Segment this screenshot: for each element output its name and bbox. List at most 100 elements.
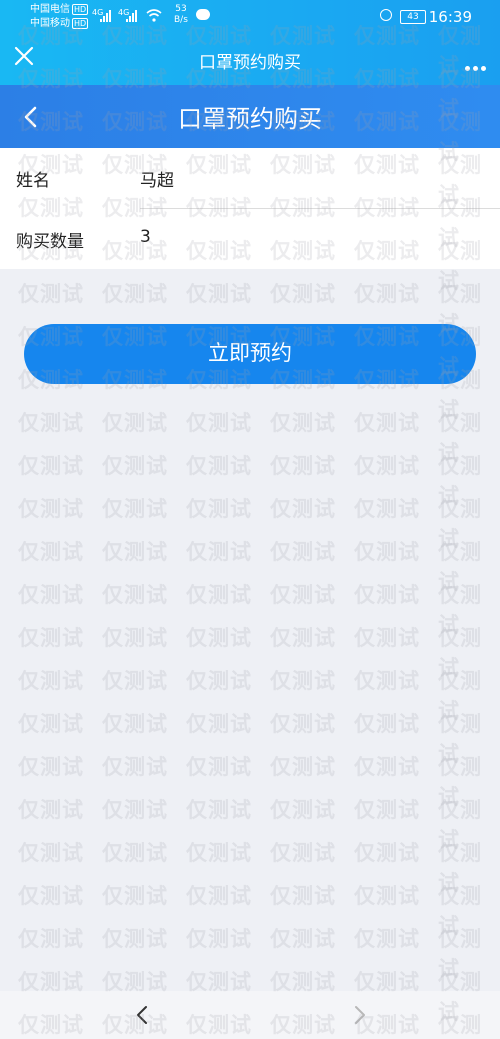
watermark-text: 仅测试 (354, 798, 420, 822)
signal-icon-1 (100, 10, 111, 22)
watermark-text: 仅测试 (102, 841, 168, 865)
watermark-text: 仅测试 (18, 282, 84, 306)
watermark-text: 仅测试 (102, 454, 168, 478)
watermark-text: 仅测试 (18, 884, 84, 908)
watermark-text: 仅测试 (354, 669, 420, 693)
watermark-text: 仅测试 (270, 540, 336, 564)
watermark-text: 仅测试 (186, 411, 252, 435)
watermark-text: 仅测试 (438, 669, 482, 723)
watermark-text: 仅测试 (270, 626, 336, 650)
carrier-1-name: 中国电信 (30, 4, 70, 15)
nav-back-icon[interactable] (132, 1003, 152, 1027)
watermark-text: 仅测试 (270, 497, 336, 521)
quantity-label: 购买数量 (16, 232, 84, 252)
watermark-text: 仅测试 (102, 798, 168, 822)
reservation-form: 姓名 马超 购买数量 3 (0, 148, 500, 269)
hd-badge-1: HD (72, 4, 89, 15)
battery-level: 43 (407, 12, 419, 22)
top-bar: 中国电信HD 中国移动HD 4G 4G 53 B/s 43 16:39 口罩 (0, 0, 500, 85)
alarm-icon (380, 9, 392, 21)
quantity-row[interactable]: 购买数量 3 (0, 209, 500, 269)
wifi-icon (146, 9, 162, 22)
watermark-text: 仅测试 (354, 927, 420, 951)
watermark-text: 仅测试 (18, 755, 84, 779)
watermark-text: 仅测试 (186, 927, 252, 951)
watermark-text: 仅测试 (270, 282, 336, 306)
name-label: 姓名 (16, 171, 50, 191)
watermark-text: 仅测试 (270, 712, 336, 736)
watermark-text: 仅测试 (102, 497, 168, 521)
name-value[interactable]: 马超 (140, 166, 174, 191)
watermark-text: 仅测试 (354, 454, 420, 478)
quantity-value[interactable]: 3 (140, 227, 151, 247)
watermark-text: 仅测试 (102, 282, 168, 306)
carrier-2: 中国移动 HD (30, 18, 89, 29)
watermark-text: 仅测试 (102, 755, 168, 779)
watermark-text: 仅测试 (186, 497, 252, 521)
watermark-text: 仅测试 (270, 411, 336, 435)
watermark-text: 仅测试 (18, 454, 84, 478)
watermark-text: 仅测试 (102, 927, 168, 951)
watermark-text: 仅测试 (18, 540, 84, 564)
watermark-text: 仅测试 (186, 841, 252, 865)
more-menu-icon[interactable] (462, 56, 486, 75)
watermark-text: 仅测试 (270, 454, 336, 478)
watermark-text: 仅测试 (270, 755, 336, 779)
hd-badge-2: HD (72, 18, 89, 29)
watermark-text: 仅测试 (354, 411, 420, 435)
watermark-text: 仅测试 (354, 497, 420, 521)
watermark-text: 仅测试 (270, 798, 336, 822)
watermark-text: 仅测试 (438, 540, 482, 594)
watermark-text: 仅测试 (102, 712, 168, 736)
watermark-text: 仅测试 (18, 411, 84, 435)
watermark-text: 仅测试 (102, 540, 168, 564)
watermark-text: 仅测试 (354, 540, 420, 564)
carrier-1: 中国电信 HD (30, 4, 89, 15)
watermark-text: 仅测试 (438, 927, 482, 981)
nav-forward-icon[interactable] (350, 1003, 370, 1027)
carrier-2-name: 中国移动 (30, 18, 70, 29)
watermark-text: 仅测试 (354, 841, 420, 865)
watermark-text: 仅测试 (186, 798, 252, 822)
watermark-text: 仅测试 (354, 884, 420, 908)
watermark-text: 仅测试 (18, 798, 84, 822)
watermark-text: 仅测试 (18, 626, 84, 650)
watermark-text: 仅测试 (102, 411, 168, 435)
message-icon (196, 9, 210, 20)
watermark-text: 仅测试 (186, 626, 252, 650)
battery-icon: 43 (400, 10, 426, 24)
status-bar: 中国电信 HD 中国移动 HD 4G 4G 53 B/s 43 16:39 (0, 0, 500, 34)
watermark-text: 仅测试 (18, 583, 84, 607)
watermark-text: 仅测试 (270, 841, 336, 865)
clock: 16:39 (428, 8, 472, 26)
watermark-text: 仅测试 (18, 712, 84, 736)
watermark-text: 仅测试 (438, 884, 482, 938)
watermark-text: 仅测试 (438, 841, 482, 895)
watermark-text: 仅测试 (354, 626, 420, 650)
watermark-text: 仅测试 (354, 282, 420, 306)
watermark-text: 仅测试 (186, 454, 252, 478)
watermark-text: 仅测试 (270, 583, 336, 607)
watermark-text: 仅测试 (354, 755, 420, 779)
reserve-now-button[interactable]: 立即预约 (24, 324, 476, 384)
watermark-text: 仅测试 (354, 583, 420, 607)
watermark-text: 仅测试 (102, 884, 168, 908)
watermark-text: 仅测试 (186, 583, 252, 607)
watermark-text: 仅测试 (186, 712, 252, 736)
watermark-text: 仅测试 (438, 497, 482, 551)
watermark-text: 仅测试 (18, 669, 84, 693)
network-speed: 53 B/s (174, 4, 188, 26)
watermark-text: 仅测试 (18, 497, 84, 521)
watermark-text: 仅测试 (438, 755, 482, 809)
signal-icon-2 (126, 10, 137, 22)
watermark-text: 仅测试 (270, 884, 336, 908)
watermark-text: 仅测试 (18, 841, 84, 865)
watermark-text: 仅测试 (102, 626, 168, 650)
app-title: 口罩预约购买 (199, 53, 301, 73)
watermark-text: 仅测试 (354, 712, 420, 736)
name-row[interactable]: 姓名 马超 (0, 148, 500, 209)
watermark-text: 仅测试 (270, 927, 336, 951)
watermark-text: 仅测试 (186, 755, 252, 779)
page-header: 口罩预约购买 (0, 85, 500, 148)
watermark-text: 仅测试 (438, 712, 482, 766)
